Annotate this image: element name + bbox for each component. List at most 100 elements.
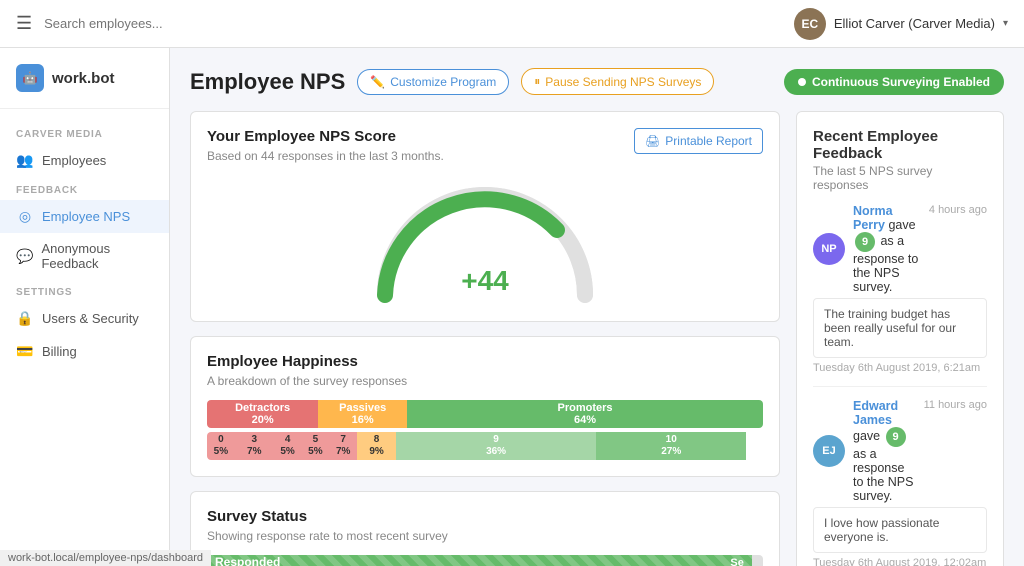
detail-bar: 05% 37% 45% 55% 77% 89% 936% 1027% <box>207 432 763 460</box>
url-bar: work-bot.local/employee-nps/dashboard <box>0 550 211 566</box>
sidebar-anonymous-label: Anonymous Feedback <box>41 241 153 271</box>
print-icon: 🖨 <box>645 134 660 148</box>
feedback-left-0: NP Norma Perry gave 9 as a response to t… <box>813 204 921 294</box>
segment-bar: Detractors 20% Passives 16% <box>207 400 763 428</box>
sidebar-nps-label: Employee NPS <box>42 209 130 224</box>
search-input[interactable] <box>44 16 794 31</box>
sidebar-billing-label: Billing <box>42 344 77 359</box>
feedback-suffix-1: as a response to the NPS survey. <box>853 447 913 503</box>
detail-cell-10: 1027% <box>596 432 746 460</box>
survey-bar-right: Se29 <box>730 557 743 566</box>
printable-report-button[interactable]: 🖨 Printable Report <box>634 128 763 154</box>
sidebar-item-employee-nps[interactable]: ◎ Employee NPS <box>0 200 169 233</box>
print-label: Printable Report <box>665 134 752 148</box>
passives-segment: Passives 16% <box>318 400 407 428</box>
sidebar-item-employees[interactable]: 👥 Employees <box>0 144 169 177</box>
detail-cell-3: 37% <box>235 432 274 460</box>
sidebar: 🤖 work.bot CARVER MEDIA 👥 Employees FEED… <box>0 48 170 566</box>
left-column: Your Employee NPS Score Based on 44 resp… <box>190 111 780 566</box>
feedback-text-1: Edward James gave 9 as a response to the… <box>853 399 916 503</box>
sidebar-logo: 🤖 work.bot <box>0 64 169 109</box>
feedback-item-header-1: EJ Edward James gave 9 as a response to … <box>813 399 987 503</box>
detail-cell-9: 936% <box>396 432 596 460</box>
two-col-layout: Your Employee NPS Score Based on 44 resp… <box>190 111 1004 566</box>
layout: 🤖 work.bot CARVER MEDIA 👥 Employees FEED… <box>0 48 1024 566</box>
customize-label: Customize Program <box>390 75 496 89</box>
feedback-score-1: 9 <box>886 427 906 447</box>
nps-icon: ◎ <box>16 208 34 225</box>
feedback-item-header-0: NP Norma Perry gave 9 as a response to t… <box>813 204 987 294</box>
detractors-segment: Detractors 20% <box>207 400 318 428</box>
customize-icon: ✏️ <box>370 75 385 89</box>
survey-title: Survey Status <box>207 508 763 525</box>
menu-icon[interactable]: ☰ <box>16 13 32 34</box>
happiness-subtitle: A breakdown of the survey responses <box>207 374 763 388</box>
nps-card-subtitle: Based on 44 responses in the last 3 mont… <box>207 149 444 163</box>
sidebar-feedback-label: FEEDBACK <box>0 177 169 200</box>
promoters-segment: Promoters 64% <box>407 400 763 428</box>
avatar: EC <box>794 8 826 40</box>
detail-cell-5: 55% <box>302 432 330 460</box>
survey-bar-responded: Responded98% <box>215 555 280 566</box>
logo-text: work.bot <box>52 70 115 87</box>
nps-card-header: Your Employee NPS Score Based on 44 resp… <box>207 128 763 175</box>
feedback-avatar-0: NP <box>813 233 845 265</box>
survey-subtitle: Showing response rate to most recent sur… <box>207 529 763 543</box>
happiness-title: Employee Happiness <box>207 353 763 370</box>
feedback-left-1: EJ Edward James gave 9 as a response to … <box>813 399 916 503</box>
feedback-name-0[interactable]: Norma Perry <box>853 204 893 232</box>
nps-card-title: Your Employee NPS Score <box>207 128 444 145</box>
feedback-avatar-1: EJ <box>813 435 845 467</box>
sidebar-item-billing[interactable]: 💳 Billing <box>0 335 169 368</box>
feedback-text-0: Norma Perry gave 9 as a response to the … <box>853 204 921 294</box>
feedback-date-0: Tuesday 6th August 2019, 6:21am <box>813 362 987 374</box>
feedback-gave-1: gave <box>853 429 884 443</box>
happiness-card: Employee Happiness A breakdown of the su… <box>190 336 780 477</box>
survey-bar-inner: Responded98% Se29 <box>207 555 752 566</box>
detractors-pct: 20% <box>235 414 290 426</box>
page-title: Employee NPS <box>190 69 345 95</box>
sidebar-employees-label: Employees <box>42 153 106 168</box>
passives-pct: 16% <box>339 414 386 426</box>
passives-label: Passives <box>339 402 386 414</box>
feedback-message-1: I love how passionate everyone is. <box>813 507 987 553</box>
nps-score-card: Your Employee NPS Score Based on 44 resp… <box>190 111 780 322</box>
billing-icon: 💳 <box>16 343 34 360</box>
user-menu[interactable]: EC Elliot Carver (Carver Media) ▾ <box>794 8 1008 40</box>
right-column: Recent Employee Feedback The last 5 NPS … <box>796 111 1004 566</box>
survey-status-card: Survey Status Showing response rate to m… <box>190 491 780 566</box>
anonymous-icon: 💬 <box>16 248 33 265</box>
main-content: Employee NPS ✏️ Customize Program ⏸ Paus… <box>170 48 1024 566</box>
users-icon: 🔒 <box>16 310 34 327</box>
pause-surveys-button[interactable]: ⏸ Pause Sending NPS Surveys <box>521 68 714 95</box>
feedback-message-0: The training budget has been really usef… <box>813 298 987 358</box>
continuous-dot <box>798 78 806 86</box>
detractors-label: Detractors <box>235 402 290 414</box>
nps-gauge: +44 -100 100 <box>207 175 763 305</box>
detail-cell-0: 05% <box>207 432 235 460</box>
detail-cell-4: 45% <box>274 432 302 460</box>
chevron-down-icon: ▾ <box>1003 18 1008 29</box>
feedback-time-0: 4 hours ago <box>929 204 987 216</box>
sidebar-org-label: CARVER MEDIA <box>0 121 169 144</box>
continuous-surveying-button[interactable]: Continuous Surveying Enabled <box>784 69 1004 95</box>
feedback-item-1: EJ Edward James gave 9 as a response to … <box>813 399 987 566</box>
svg-text:+44: +44 <box>461 265 509 296</box>
sidebar-item-users-security[interactable]: 🔒 Users & Security <box>0 302 169 335</box>
survey-bar: Responded98% Se29 <box>207 555 763 566</box>
feedback-name-1[interactable]: Edward James <box>853 399 898 427</box>
customize-program-button[interactable]: ✏️ Customize Program <box>357 69 509 95</box>
feedback-panel: Recent Employee Feedback The last 5 NPS … <box>796 111 1004 566</box>
feedback-item-0: NP Norma Perry gave 9 as a response to t… <box>813 204 987 387</box>
sidebar-settings-label: SETTINGS <box>0 279 169 302</box>
employees-icon: 👥 <box>16 152 34 169</box>
promoters-label: Promoters <box>558 402 613 414</box>
sidebar-item-anonymous-feedback[interactable]: 💬 Anonymous Feedback <box>0 233 169 279</box>
continuous-label: Continuous Surveying Enabled <box>812 75 990 89</box>
feedback-gave-0: gave <box>888 218 915 232</box>
topnav: ☰ EC Elliot Carver (Carver Media) ▾ <box>0 0 1024 48</box>
sidebar-users-label: Users & Security <box>42 311 139 326</box>
logo-icon: 🤖 <box>16 64 44 92</box>
page-header: Employee NPS ✏️ Customize Program ⏸ Paus… <box>190 68 1004 95</box>
detail-cell-7: 77% <box>329 432 357 460</box>
